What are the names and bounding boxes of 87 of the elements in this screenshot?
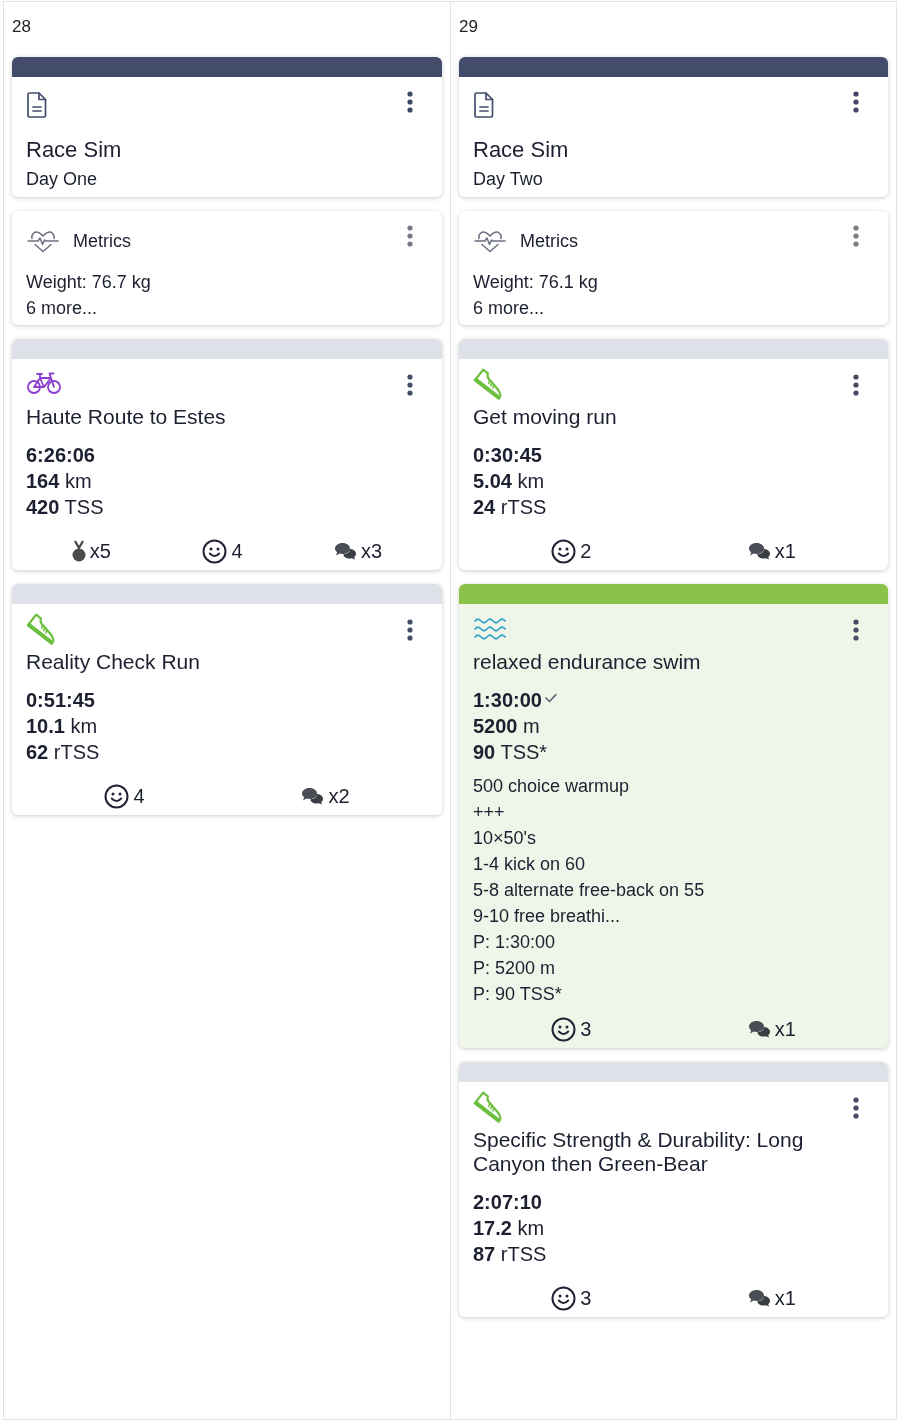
more-options-icon[interactable]: [407, 225, 413, 247]
description-line: 500 choice warmup: [473, 775, 631, 798]
workout-card[interactable]: Specific Strength & Durability: Long Canyon then Green-Bear 2:07:10 17.2 km 87 rTSS 3 x1: [459, 1062, 888, 1317]
note-title: Race Sim: [26, 136, 123, 164]
planned-value: P: 1:30:00: [473, 931, 557, 954]
smiley-icon: [551, 1016, 577, 1042]
workout-title: Haute Route to Estes: [26, 405, 227, 429]
description-line: +++: [473, 801, 506, 824]
more-options-icon[interactable]: [853, 91, 859, 113]
duration-text: 0:30:45: [473, 443, 542, 468]
bicycle-icon: [26, 371, 62, 395]
more-options-icon[interactable]: [407, 374, 413, 396]
comment-count: x3: [361, 539, 383, 564]
medal-count: x5: [89, 539, 111, 564]
description-line: 1-4 kick on 60: [473, 853, 587, 876]
smiley-icon: [551, 538, 577, 564]
training-load-text: 87 rTSS: [473, 1242, 547, 1267]
note-subtitle: Day One: [26, 168, 99, 191]
comment-count: x1: [774, 539, 796, 564]
waves-icon: [473, 616, 507, 642]
day-number: 29: [459, 16, 479, 38]
comment-count: x1: [774, 1286, 796, 1311]
feel-rating: 4: [133, 784, 145, 809]
heart-pulse-icon: [474, 229, 506, 253]
workout-card[interactable]: Get moving run 0:30:45 5.04 km 24 rTSS 2 x1: [459, 339, 888, 570]
description-line: 5-8 alternate free-back on 55: [473, 879, 706, 902]
comment-count: x1: [774, 1017, 796, 1042]
description-line: 9-10 free breathi...: [473, 905, 622, 928]
more-options-icon[interactable]: [853, 1097, 859, 1119]
smiley-icon: [202, 538, 228, 564]
document-icon: [27, 92, 47, 118]
distance-text: 164 km: [26, 469, 92, 494]
training-load-text: 62 rTSS: [26, 740, 100, 765]
more-options-icon[interactable]: [853, 619, 859, 641]
duration-text: 2:07:10: [473, 1190, 542, 1215]
workout-card[interactable]: Reality Check Run 0:51:45 10.1 km 62 rTSS 4 x2: [12, 584, 442, 815]
note-card[interactable]: Race Sim Day Two: [459, 57, 888, 197]
duration-text: 1:30:00: [473, 688, 542, 713]
metric-line: 6 more...: [26, 297, 99, 320]
speech-bubbles-icon: [301, 787, 325, 805]
feel-rating: 2: [580, 539, 592, 564]
metric-line: Weight: 76.1 kg: [473, 271, 599, 294]
workout-card[interactable]: Haute Route to Estes 6:26:06 164 km 420 TSS x5 4 x3: [12, 339, 442, 570]
smiley-icon: [104, 783, 130, 809]
training-load-text: 420 TSS: [26, 495, 104, 520]
speech-bubbles-icon: [747, 1289, 771, 1307]
duration-text: 0:51:45: [26, 688, 95, 713]
day-number: 28: [12, 16, 32, 38]
metric-line: 6 more...: [473, 297, 546, 320]
more-options-icon[interactable]: [853, 225, 859, 247]
distance-text: 5.04 km: [473, 469, 545, 494]
note-subtitle: Day Two: [473, 168, 544, 191]
description-line: 10×50's: [473, 827, 537, 850]
more-options-icon[interactable]: [853, 374, 859, 396]
more-options-icon[interactable]: [407, 91, 413, 113]
feel-rating: 4: [231, 539, 243, 564]
comment-count: x2: [328, 784, 350, 809]
workout-card[interactable]: relaxed endurance swim 1:30:00 5200 m 90 TSS* 500 choice warmup +++ 10×50's 1-4 kick on 60 5-8 alternate free-back on 55 9-10 free breathi... P: 1:30:00 P: 5200 m P: 90 TSS* 3 x1: [459, 584, 888, 1048]
document-icon: [474, 92, 494, 118]
workout-title: relaxed endurance swim: [473, 650, 702, 674]
feel-rating: 3: [580, 1017, 592, 1042]
speech-bubbles-icon: [747, 542, 771, 560]
more-options-icon[interactable]: [407, 619, 413, 641]
workout-title: Get moving run: [473, 405, 618, 429]
workout-title: Specific Strength & Durability: Long Canyon then Green-Bear: [473, 1128, 805, 1176]
smiley-icon: [551, 1285, 577, 1311]
feel-rating: 3: [580, 1286, 592, 1311]
note-title: Race Sim: [473, 136, 570, 164]
distance-text: 17.2 km: [473, 1216, 545, 1241]
metric-line: Weight: 76.7 kg: [26, 271, 152, 294]
speech-bubbles-icon: [747, 1020, 771, 1038]
metrics-card[interactable]: Metrics Weight: 76.1 kg 6 more...: [459, 211, 888, 325]
training-load-text: 90 TSS*: [473, 740, 548, 765]
note-card[interactable]: Race Sim Day One: [12, 57, 442, 197]
distance-text: 10.1 km: [26, 714, 98, 739]
metrics-title: Metrics: [520, 230, 578, 253]
duration-text: 6:26:06: [26, 443, 95, 468]
planned-value: P: 5200 m: [473, 957, 557, 980]
training-load-text: 24 rTSS: [473, 495, 547, 520]
planned-value: P: 90 TSS*: [473, 983, 563, 1006]
metrics-card[interactable]: Metrics Weight: 76.7 kg 6 more...: [12, 211, 442, 325]
speech-bubbles-icon: [334, 542, 358, 560]
heart-pulse-icon: [27, 229, 59, 253]
distance-text: 5200 m: [473, 714, 540, 739]
metrics-title: Metrics: [73, 230, 131, 253]
medal-icon: [71, 540, 86, 562]
workout-title: Reality Check Run: [26, 650, 201, 674]
